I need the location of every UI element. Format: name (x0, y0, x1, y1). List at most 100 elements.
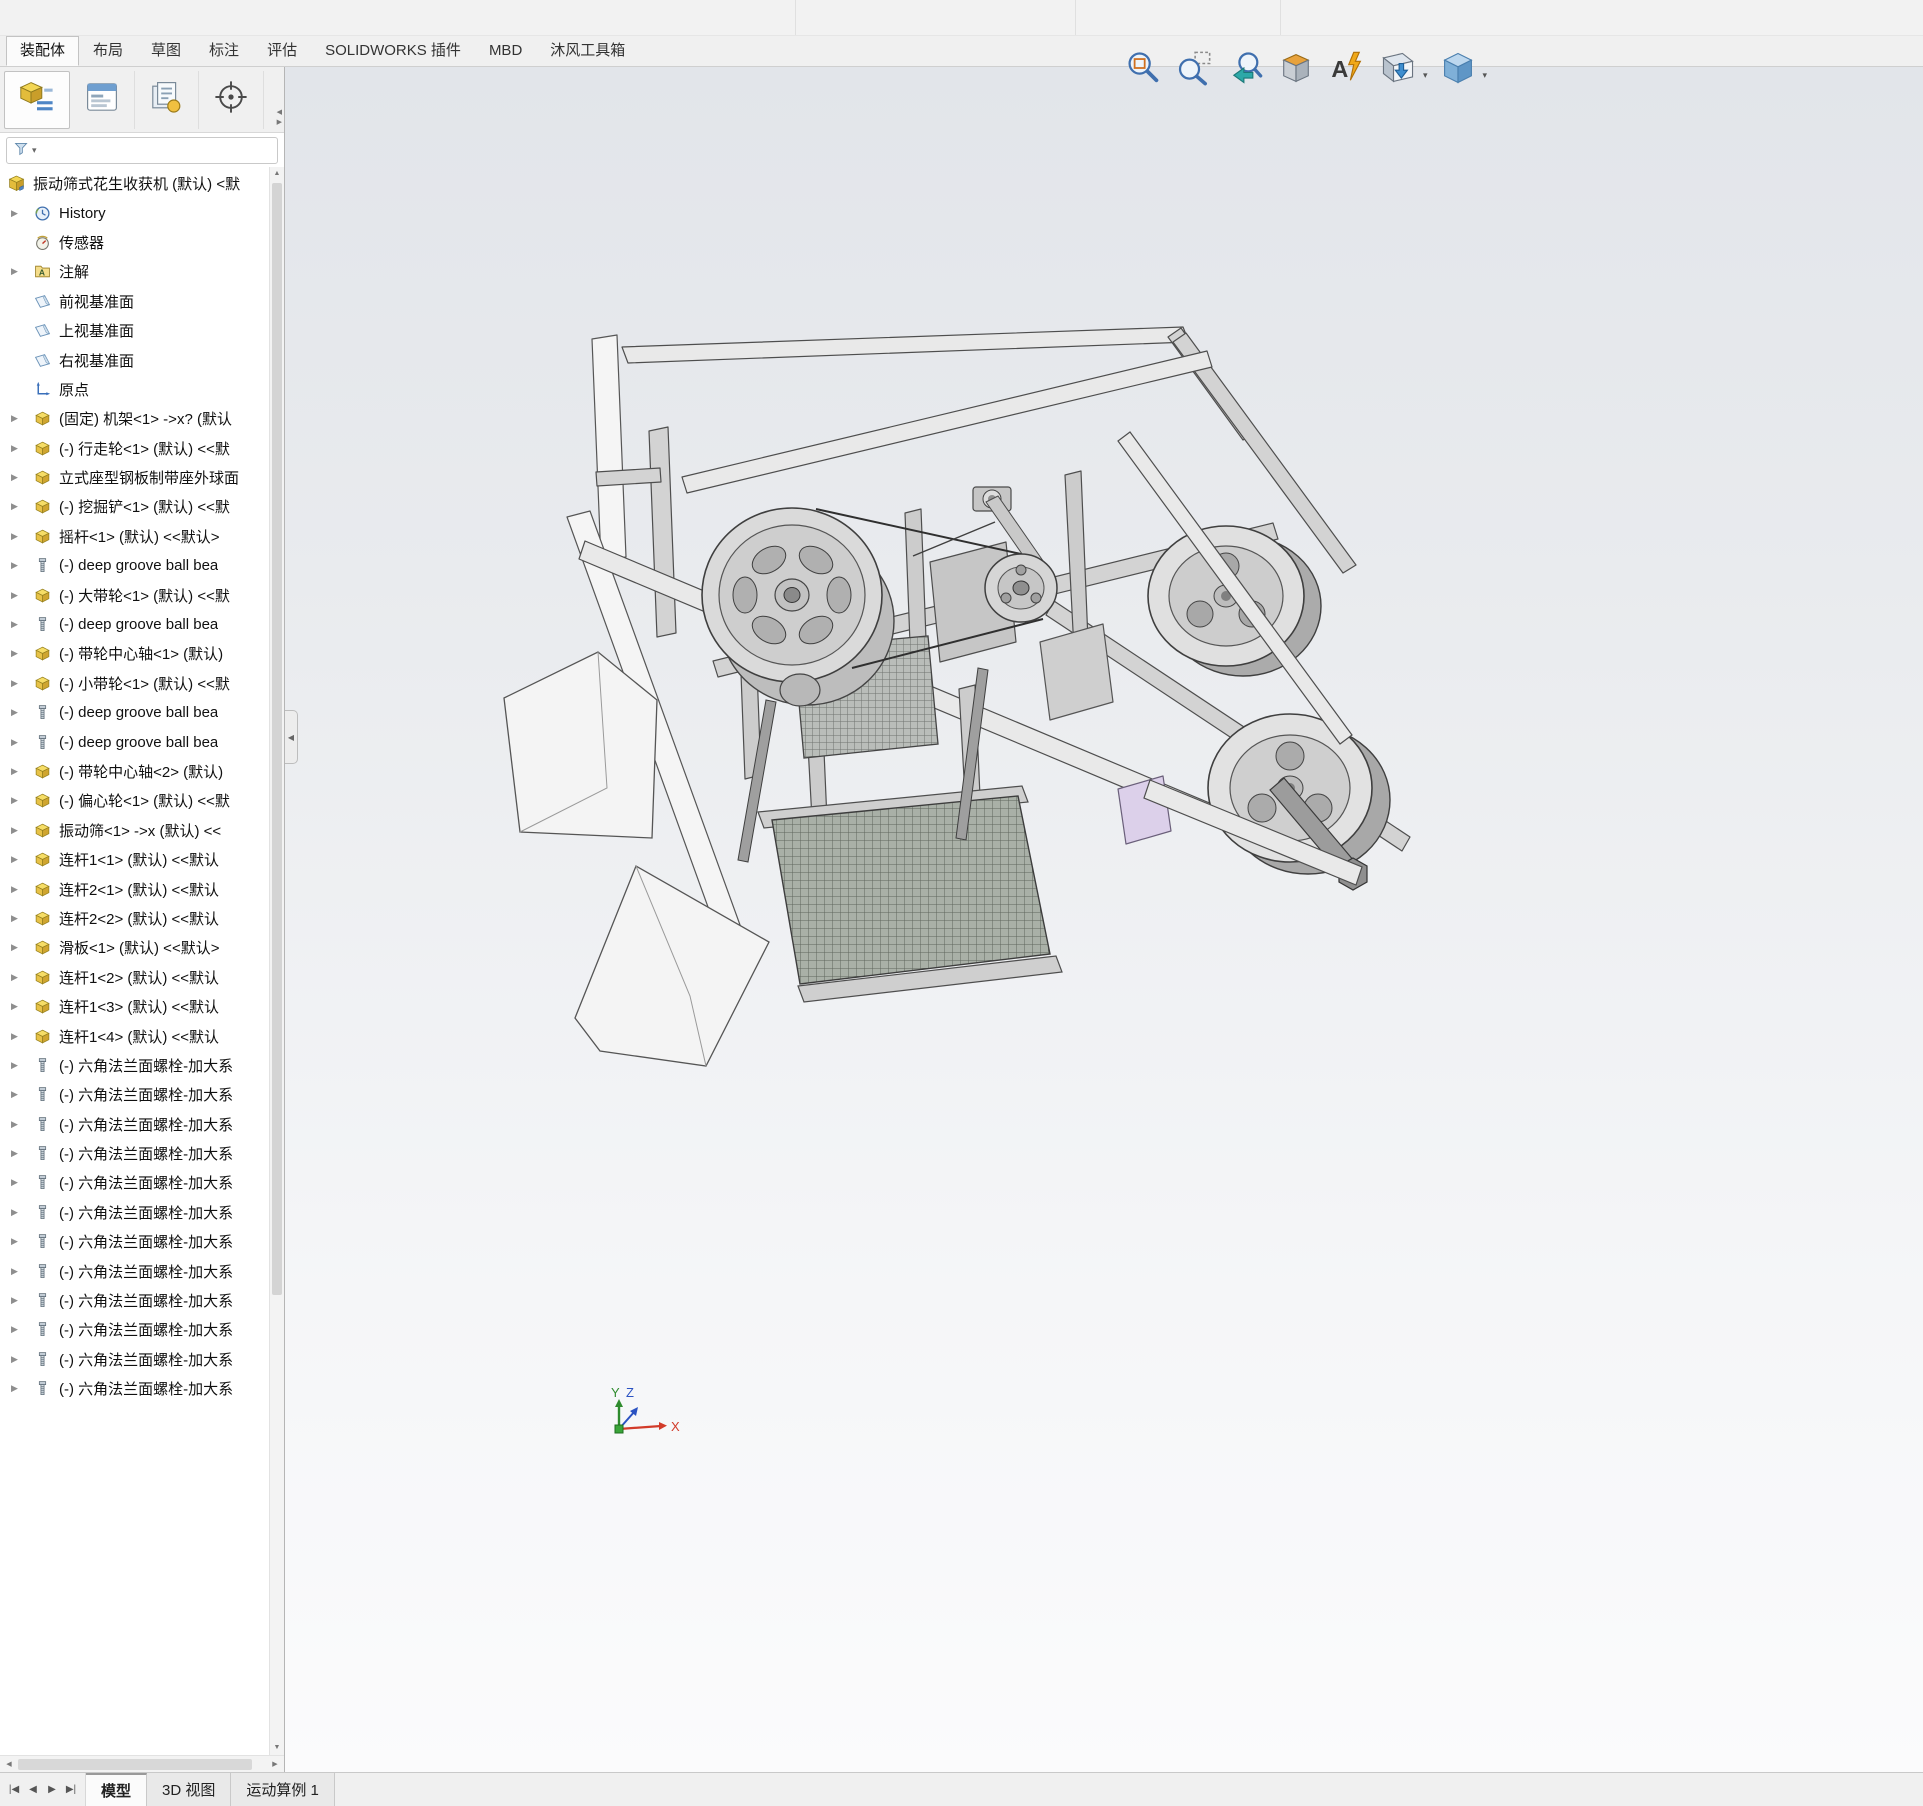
model-ground-wheel-lower[interactable] (1208, 714, 1390, 890)
expand-arrow-icon[interactable]: ▶ (8, 1148, 34, 1159)
tree-item[interactable]: ▶立式座型钢板制带座外球面 (0, 463, 284, 492)
tree-item[interactable]: ▶(-) deep groove ball bea (0, 551, 284, 580)
tree-filter-box[interactable]: ▾ (6, 137, 278, 164)
apply-scene-dropdown-caret[interactable]: ▾ (1423, 70, 1428, 81)
expand-arrow-icon[interactable]: ▶ (8, 560, 34, 571)
tree-item[interactable]: ▶(-) 六角法兰面螺栓-加大系 (0, 1110, 284, 1139)
apply-scene-icon[interactable] (1375, 45, 1421, 91)
tree-item[interactable]: ▶连杆1<1> (默认) <<默认 (0, 845, 284, 874)
tree-item[interactable]: ▶(-) 六角法兰面螺栓-加大系 (0, 1080, 284, 1109)
expand-arrow-icon[interactable]: ▶ (8, 1236, 34, 1247)
tree-item[interactable]: ▶连杆1<2> (默认) <<默认 (0, 963, 284, 992)
expand-arrow-icon[interactable]: ▶ (8, 913, 34, 924)
assembly-model[interactable] (285, 67, 1923, 1772)
scroll-up-icon[interactable]: ▲ (270, 167, 284, 181)
commandmanager-tab[interactable]: 评估 (253, 36, 311, 66)
scroll-right-icon[interactable]: ▶ (268, 1760, 282, 1768)
expand-arrow-icon[interactable]: ▶ (8, 737, 34, 748)
commandmanager-tab[interactable]: 草图 (137, 36, 195, 66)
tree-item[interactable]: ▶摇杆<1> (默认) <<默认> (0, 522, 284, 551)
tree-item[interactable]: ▶(-) 六角法兰面螺栓-加大系 (0, 1139, 284, 1168)
view-orientation-icon[interactable] (1435, 45, 1481, 91)
expand-arrow-icon[interactable]: ▶ (8, 1295, 34, 1306)
model-large-pulley[interactable] (702, 508, 894, 706)
section-view-icon[interactable] (1273, 45, 1319, 91)
tree-item[interactable]: 前视基准面 (0, 287, 284, 316)
tree-item[interactable]: ▶连杆1<4> (默认) <<默认 (0, 1021, 284, 1050)
expand-arrow-icon[interactable]: ▶ (8, 707, 34, 718)
tree-item[interactable]: ▶滑板<1> (默认) <<默认> (0, 933, 284, 962)
view-orientation-dropdown-caret[interactable]: ▾ (1483, 70, 1488, 81)
tree-item[interactable]: ▶连杆2<2> (默认) <<默认 (0, 904, 284, 933)
tree-item[interactable]: ▶History (0, 198, 284, 227)
expand-arrow-icon[interactable]: ▶ (8, 1060, 34, 1071)
horizontal-scroll-thumb[interactable] (18, 1759, 252, 1770)
expand-arrow-icon[interactable]: ▶ (8, 531, 34, 542)
expand-arrow-icon[interactable]: ▶ (8, 472, 34, 483)
panel-tab-scroll-left-icon[interactable]: ◀ (277, 108, 282, 116)
filter-dropdown-caret[interactable]: ▾ (32, 145, 37, 156)
doc-tab-nav-1[interactable]: ◀ (25, 1784, 41, 1795)
expand-arrow-icon[interactable]: ▶ (8, 266, 34, 277)
doc-tab-nav-2[interactable]: ▶ (44, 1784, 60, 1795)
document-tab[interactable]: 运动算例 1 (231, 1773, 335, 1806)
expand-arrow-icon[interactable]: ▶ (8, 648, 34, 659)
tree-item[interactable]: ▶(-) 大带轮<1> (默认) <<默 (0, 580, 284, 609)
tree-item[interactable]: ▶振动筛<1> ->x (默认) << (0, 816, 284, 845)
panel-collapse-button[interactable]: ◀ (285, 710, 298, 764)
panel-tab-propertymanager[interactable] (70, 71, 135, 129)
tree-item[interactable]: ▶(-) 六角法兰面螺栓-加大系 (0, 1345, 284, 1374)
tree-item[interactable]: ▶(-) 六角法兰面螺栓-加大系 (0, 1198, 284, 1227)
expand-arrow-icon[interactable]: ▶ (8, 208, 34, 219)
commandmanager-tab[interactable]: MBD (475, 36, 536, 66)
commandmanager-tab[interactable]: 布局 (79, 36, 137, 66)
tree-item[interactable]: ▶(-) deep groove ball bea (0, 727, 284, 756)
panel-tab-configurationmanager[interactable] (135, 71, 200, 129)
expand-arrow-icon[interactable]: ▶ (8, 443, 34, 454)
panel-tab-featuremanager[interactable] (4, 71, 70, 129)
expand-arrow-icon[interactable]: ▶ (8, 501, 34, 512)
expand-arrow-icon[interactable]: ▶ (8, 854, 34, 865)
tree-item[interactable]: 右视基准面 (0, 345, 284, 374)
expand-arrow-icon[interactable]: ▶ (8, 972, 34, 983)
expand-arrow-icon[interactable]: ▶ (8, 884, 34, 895)
tree-item[interactable]: ▶(-) 挖掘铲<1> (默认) <<默 (0, 492, 284, 521)
tree-item[interactable]: ▶(-) 六角法兰面螺栓-加大系 (0, 1286, 284, 1315)
expand-arrow-icon[interactable]: ▶ (8, 619, 34, 630)
tree-item[interactable]: ▶(-) 行走轮<1> (默认) <<默 (0, 434, 284, 463)
tree-item[interactable]: ▶(-) 六角法兰面螺栓-加大系 (0, 1374, 284, 1403)
commandmanager-tab[interactable]: 装配体 (6, 36, 79, 66)
tree-item[interactable]: ▶(-) deep groove ball bea (0, 698, 284, 727)
zoom-area-icon[interactable] (1171, 45, 1217, 91)
tree-item[interactable]: ▶(-) 带轮中心轴<1> (默认) (0, 639, 284, 668)
expand-arrow-icon[interactable]: ▶ (8, 1177, 34, 1188)
filter-funnel-icon[interactable] (13, 140, 30, 162)
expand-arrow-icon[interactable]: ▶ (8, 1207, 34, 1218)
scroll-left-icon[interactable]: ◀ (2, 1760, 16, 1768)
expand-arrow-icon[interactable]: ▶ (8, 1354, 34, 1365)
expand-arrow-icon[interactable]: ▶ (8, 1089, 34, 1100)
expand-arrow-icon[interactable]: ▶ (8, 1266, 34, 1277)
tree-item[interactable]: ▶(-) 带轮中心轴<2> (默认) (0, 757, 284, 786)
tree-horizontal-scrollbar[interactable]: ◀ ▶ (0, 1755, 284, 1772)
annotations-icon[interactable]: A (1324, 45, 1370, 91)
tree-item[interactable]: ▶(-) 偏心轮<1> (默认) <<默 (0, 786, 284, 815)
expand-arrow-icon[interactable]: ▶ (8, 1383, 34, 1394)
tree-item[interactable]: ▶(-) 六角法兰面螺栓-加大系 (0, 1168, 284, 1197)
scroll-down-icon[interactable]: ▼ (270, 1741, 284, 1755)
tree-item[interactable]: ▶A注解 (0, 257, 284, 286)
expand-arrow-icon[interactable]: ▶ (8, 1324, 34, 1335)
expand-arrow-icon[interactable]: ▶ (8, 795, 34, 806)
previous-view-icon[interactable] (1222, 45, 1268, 91)
tree-item[interactable]: 振动筛式花生收获机 (默认) <默 (0, 169, 284, 198)
expand-arrow-icon[interactable]: ▶ (8, 1001, 34, 1012)
commandmanager-tab[interactable]: 标注 (195, 36, 253, 66)
tree-item[interactable]: ▶(-) 六角法兰面螺栓-加大系 (0, 1256, 284, 1285)
doc-tab-nav-0[interactable]: |◀ (6, 1784, 22, 1795)
tree-item[interactable]: 上视基准面 (0, 316, 284, 345)
expand-arrow-icon[interactable]: ▶ (8, 1031, 34, 1042)
expand-arrow-icon[interactable]: ▶ (8, 942, 34, 953)
commandmanager-tab[interactable]: SOLIDWORKS 插件 (311, 36, 475, 66)
expand-arrow-icon[interactable]: ▶ (8, 766, 34, 777)
tree-item[interactable]: ▶连杆1<3> (默认) <<默认 (0, 992, 284, 1021)
